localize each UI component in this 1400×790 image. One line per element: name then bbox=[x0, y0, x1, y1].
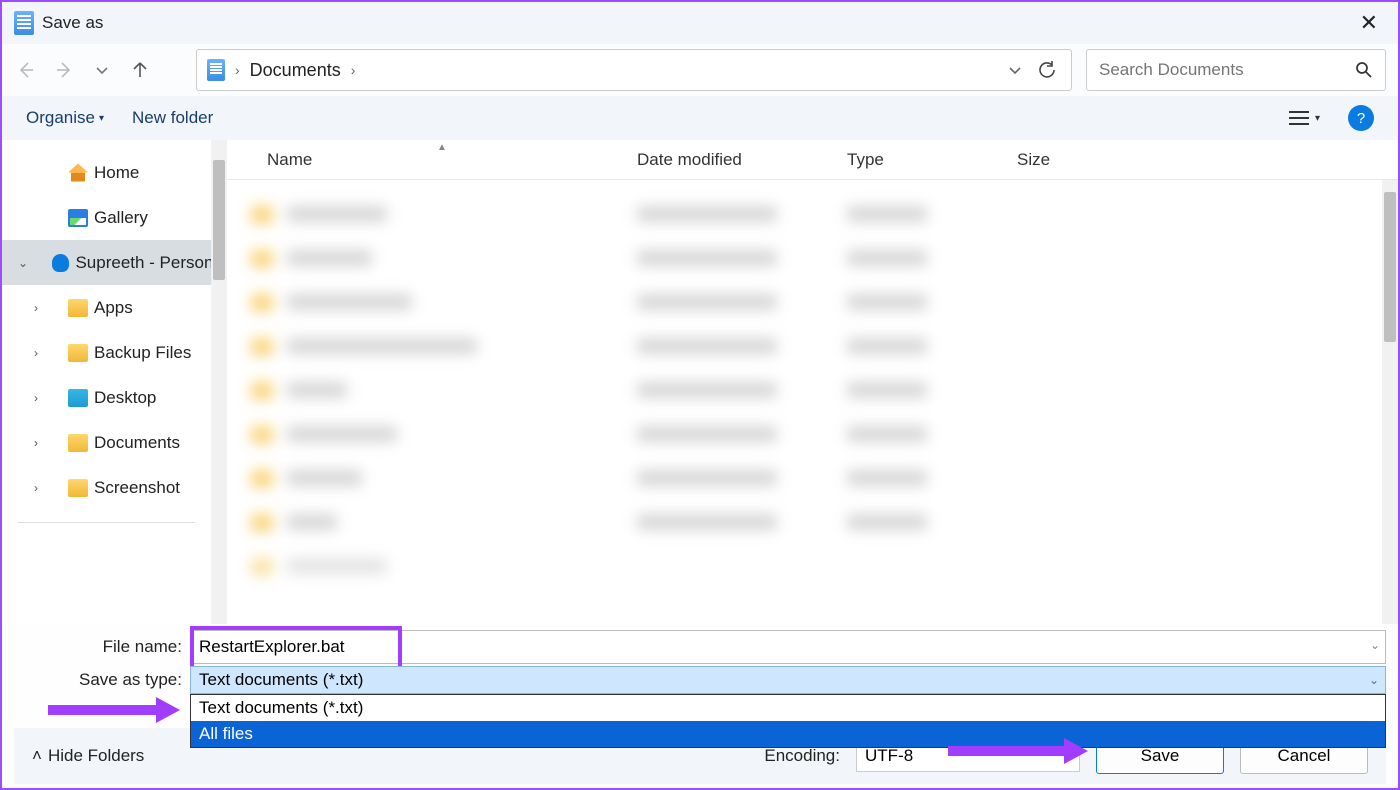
sidebar-item-home[interactable]: Home bbox=[2, 150, 211, 195]
column-type[interactable]: Type bbox=[847, 150, 1017, 170]
file-list-pane: ▲Name Date modified Type Size bbox=[227, 140, 1398, 624]
organise-button[interactable]: Organise ▾ bbox=[26, 108, 104, 128]
save-as-dialog: Save as ✕ › Documents › Organise ▾ New f… bbox=[0, 0, 1400, 790]
savetype-option-txt[interactable]: Text documents (*.txt) bbox=[191, 695, 1385, 721]
filelist-scrollbar[interactable] bbox=[1382, 180, 1398, 624]
cloud-icon bbox=[52, 254, 70, 272]
scrollbar-thumb[interactable] bbox=[213, 160, 225, 280]
savetype-option-all[interactable]: All files bbox=[191, 721, 1385, 747]
window-title: Save as bbox=[42, 13, 103, 33]
sidebar-item-backup[interactable]: ›Backup Files bbox=[2, 330, 211, 375]
savetype-select[interactable]: Text documents (*.txt)⌄ bbox=[190, 666, 1386, 694]
file-list[interactable] bbox=[227, 180, 1382, 624]
search-icon[interactable] bbox=[1355, 61, 1373, 79]
folder-icon bbox=[68, 434, 88, 452]
new-folder-button[interactable]: New folder bbox=[132, 108, 213, 128]
list-item[interactable] bbox=[251, 236, 1382, 280]
titlebar: Save as ✕ bbox=[2, 2, 1398, 44]
hide-folders-button[interactable]: ˄ Hide Folders bbox=[32, 746, 144, 766]
list-item[interactable] bbox=[251, 544, 1382, 588]
sidebar-item-apps[interactable]: ›Apps bbox=[2, 285, 211, 330]
sidebar-item-screenshot[interactable]: ›Screenshot bbox=[2, 465, 211, 510]
refresh-icon[interactable] bbox=[1033, 60, 1061, 80]
navbar: › Documents › bbox=[2, 44, 1398, 96]
chevron-right-icon[interactable]: › bbox=[34, 481, 48, 495]
chevron-right-icon[interactable]: › bbox=[34, 301, 48, 315]
column-size[interactable]: Size bbox=[1017, 150, 1157, 170]
sidebar: Home Gallery ⌄Supreeth - Personal ›Apps … bbox=[2, 140, 227, 624]
list-item[interactable] bbox=[251, 500, 1382, 544]
folder-icon bbox=[68, 479, 88, 497]
sidebar-item-gallery[interactable]: Gallery bbox=[2, 195, 211, 240]
bottom-panel: File name: ⌄ Save as type: Text document… bbox=[2, 624, 1398, 788]
back-button[interactable] bbox=[14, 58, 38, 82]
close-icon[interactable]: ✕ bbox=[1348, 6, 1390, 40]
chevron-right-icon[interactable]: › bbox=[351, 62, 356, 78]
separator bbox=[18, 522, 195, 523]
forward-button[interactable] bbox=[52, 58, 76, 82]
scrollbar-thumb[interactable] bbox=[1384, 192, 1396, 342]
sidebar-item-desktop[interactable]: ›Desktop bbox=[2, 375, 211, 420]
address-dropdown[interactable] bbox=[1007, 62, 1023, 78]
filename-label: File name: bbox=[14, 637, 190, 657]
chevron-down-icon: ⌄ bbox=[1369, 673, 1379, 687]
desktop-icon bbox=[68, 389, 88, 407]
encoding-label: Encoding: bbox=[764, 746, 840, 766]
breadcrumb-documents[interactable]: Documents bbox=[250, 60, 341, 81]
chevron-right-icon[interactable]: › bbox=[34, 391, 48, 405]
recent-dropdown[interactable] bbox=[90, 58, 114, 82]
list-item[interactable] bbox=[251, 368, 1382, 412]
search-box[interactable] bbox=[1086, 49, 1386, 91]
view-options-button[interactable]: ▾ bbox=[1289, 110, 1320, 126]
savetype-label: Save as type: bbox=[14, 670, 190, 690]
address-bar[interactable]: › Documents › bbox=[196, 49, 1072, 91]
list-item[interactable] bbox=[251, 324, 1382, 368]
chevron-right-icon: › bbox=[235, 62, 240, 78]
gallery-icon bbox=[68, 209, 88, 227]
main-area: Home Gallery ⌄Supreeth - Personal ›Apps … bbox=[2, 140, 1398, 624]
column-headers: ▲Name Date modified Type Size bbox=[227, 140, 1398, 180]
list-item[interactable] bbox=[251, 280, 1382, 324]
chevron-up-icon: ˄ bbox=[32, 746, 42, 766]
sidebar-item-documents[interactable]: ›Documents bbox=[2, 420, 211, 465]
list-item[interactable] bbox=[251, 412, 1382, 456]
filename-input[interactable] bbox=[190, 630, 1386, 664]
search-input[interactable] bbox=[1099, 60, 1355, 80]
list-item[interactable] bbox=[251, 192, 1382, 236]
chevron-down-icon[interactable]: ⌄ bbox=[18, 256, 31, 270]
folder-icon bbox=[68, 299, 88, 317]
folder-icon bbox=[68, 344, 88, 362]
chevron-right-icon[interactable]: › bbox=[34, 436, 48, 450]
chevron-right-icon[interactable]: › bbox=[34, 346, 48, 360]
help-button[interactable]: ? bbox=[1348, 105, 1374, 131]
column-date[interactable]: Date modified bbox=[637, 150, 847, 170]
notepad-icon bbox=[14, 11, 34, 35]
sort-asc-icon: ▲ bbox=[437, 142, 447, 153]
list-item[interactable] bbox=[251, 456, 1382, 500]
sidebar-item-onedrive[interactable]: ⌄Supreeth - Personal bbox=[2, 240, 211, 285]
location-icon bbox=[207, 59, 225, 81]
nav-tree: Home Gallery ⌄Supreeth - Personal ›Apps … bbox=[2, 140, 211, 624]
filename-dropdown-icon[interactable]: ⌄ bbox=[1370, 638, 1380, 652]
savetype-dropdown: Text documents (*.txt) All files bbox=[190, 694, 1386, 748]
home-icon bbox=[68, 164, 88, 182]
sidebar-scrollbar[interactable] bbox=[211, 140, 227, 624]
column-name[interactable]: ▲Name bbox=[267, 150, 637, 170]
up-button[interactable] bbox=[128, 58, 152, 82]
toolbar: Organise ▾ New folder ▾ ? bbox=[2, 96, 1398, 140]
